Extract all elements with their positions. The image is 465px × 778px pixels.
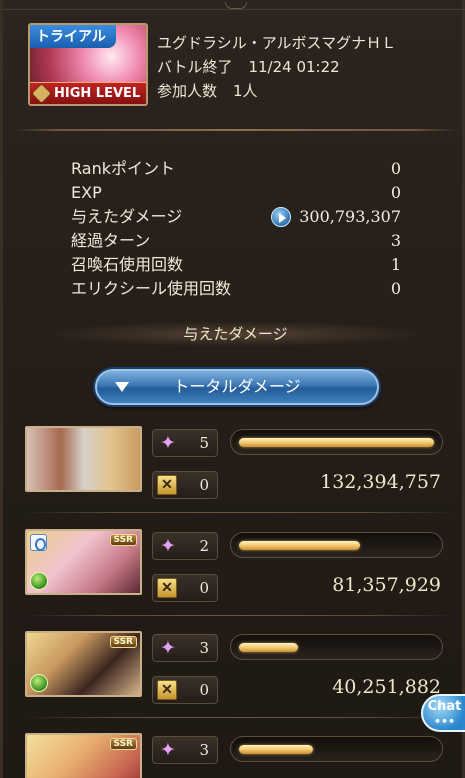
character-portrait[interactable] — [25, 426, 142, 492]
stat-value: 0 — [390, 159, 401, 178]
high-level-label: HIGH LEVEL — [54, 86, 141, 101]
star-icon: ✦ — [160, 432, 176, 454]
quest-name: ユグドラシル・アルボスマグナＨＬ — [157, 34, 397, 52]
damage-bar — [230, 429, 443, 455]
stats-list: Rankポイント 0 EXP 0 与えたダメージ 300,793,307 経過タ… — [71, 157, 406, 301]
battle-end-row: バトル終了 11/24 01:22 — [157, 55, 396, 79]
participants-row: 参加人数 1人 — [157, 79, 396, 103]
sword-icon: ✕ — [157, 680, 177, 700]
trial-tag: トライアル — [30, 25, 116, 48]
battle-end-time: 11/24 01:22 — [248, 58, 340, 76]
ability-count: 3 — [199, 639, 209, 657]
ability-count-box: ✦ 2 — [152, 532, 218, 560]
stat-value: 3 — [390, 231, 401, 250]
ability-count: 2 — [199, 537, 209, 555]
ca-count-box: ✕ 0 — [152, 471, 218, 499]
ability-count-box: ✦ 5 — [152, 429, 218, 457]
level-diamond-icon — [31, 83, 52, 104]
quest-info: ユグドラシル・アルボスマグナＨＬ バトル終了 11/24 01:22 参加人数 1人 — [157, 31, 396, 103]
chat-label: Chat — [427, 699, 462, 714]
stat-label: 与えたダメージ — [71, 207, 183, 226]
stat-row-damage: 与えたダメージ 300,793,307 — [71, 205, 406, 229]
chat-button[interactable]: Chat ••• — [421, 694, 465, 732]
damage-bar-fill — [239, 541, 360, 550]
damage-bar — [230, 736, 443, 762]
ability-count-box: ✦ 3 — [152, 634, 218, 662]
character-portrait[interactable]: SSR — [25, 631, 142, 697]
member-row: SSR ✦ 3 — [25, 733, 457, 778]
total-damage-dropdown[interactable]: トータルダメージ — [95, 369, 379, 405]
ssr-badge: SSR — [109, 738, 137, 750]
stat-row-elixir: エリクシール使用回数 0 — [71, 277, 406, 301]
member-divider — [25, 512, 457, 513]
star-icon: ✦ — [160, 739, 176, 761]
stat-row-rank: Rankポイント 0 — [71, 157, 406, 181]
stat-label: エリクシール使用回数 — [71, 279, 232, 298]
member-divider — [25, 615, 457, 616]
ca-count-box: ✕ 0 — [152, 574, 218, 602]
stat-value: 0 — [390, 183, 401, 202]
damage-bar-fill — [239, 643, 298, 652]
water-element-icon — [30, 534, 47, 551]
top-ornament — [3, 0, 465, 10]
stat-value: 1 — [390, 255, 401, 274]
character-portrait[interactable]: SSR — [25, 733, 142, 778]
member-row: SSR ✦ 3 ✕ 0 40,251,882 — [25, 631, 457, 704]
play-icon[interactable] — [271, 207, 291, 227]
star-icon: ✦ — [160, 637, 176, 659]
damage-bar — [230, 634, 443, 660]
member-damage: 132,394,757 — [320, 471, 441, 493]
stat-label: Rankポイント — [71, 159, 175, 178]
character-portrait[interactable]: SSR — [25, 529, 142, 595]
member-divider — [25, 717, 457, 718]
ssr-badge: SSR — [109, 534, 137, 546]
high-level-badge: HIGH LEVEL — [30, 82, 146, 104]
sword-icon: ✕ — [157, 475, 177, 495]
damage-bar-fill — [239, 438, 434, 447]
star-icon: ✦ — [160, 535, 176, 557]
ca-count: 0 — [199, 681, 209, 699]
damage-bar — [230, 532, 443, 558]
stat-row-exp: EXP 0 — [71, 181, 406, 205]
ca-count: 0 — [199, 579, 209, 597]
stat-label: 召喚石使用回数 — [71, 255, 184, 274]
stat-value: 0 — [390, 279, 401, 298]
wind-element-icon — [30, 572, 48, 590]
stat-label: EXP — [71, 183, 102, 202]
stat-value: 300,793,307 — [299, 207, 401, 226]
sword-icon: ✕ — [157, 578, 177, 598]
ability-count: 5 — [199, 434, 209, 452]
result-panel: トライアル HIGH LEVEL ユグドラシル・アルボスマグナＨＬ バトル終了 1… — [0, 0, 465, 778]
chevron-down-icon — [115, 382, 129, 392]
ability-count-box: ✦ 3 — [152, 736, 218, 764]
wind-element-icon — [30, 674, 48, 692]
member-damage: 40,251,882 — [332, 676, 441, 698]
ssr-badge: SSR — [109, 636, 137, 648]
ca-count: 0 — [199, 476, 209, 494]
stat-row-turns: 経過ターン 3 — [71, 229, 406, 253]
damage-bar-fill — [239, 745, 313, 754]
member-damage: 81,357,929 — [332, 574, 441, 596]
stat-row-summons: 召喚石使用回数 1 — [71, 253, 406, 277]
quest-thumbnail: トライアル HIGH LEVEL — [28, 23, 148, 106]
member-row: ✦ 5 ✕ 0 132,394,757 — [25, 426, 457, 499]
header-divider — [13, 129, 458, 131]
chat-dots-icon: ••• — [433, 715, 456, 728]
participants-label: 参加人数 — [157, 82, 218, 100]
total-damage-label: トータルダメージ — [173, 377, 301, 396]
member-row: SSR ✦ 2 ✕ 0 81,357,929 — [25, 529, 457, 602]
stat-label: 経過ターン — [71, 231, 151, 250]
damage-section-title: 与えたダメージ — [43, 321, 428, 347]
quest-header: トライアル HIGH LEVEL ユグドラシル・アルボスマグナＨＬ バトル終了 1… — [28, 23, 448, 108]
ca-count-box: ✕ 0 — [152, 676, 218, 704]
participants-value: 1人 — [233, 82, 258, 100]
battle-end-label: バトル終了 — [157, 58, 233, 76]
ability-count: 3 — [199, 741, 209, 759]
